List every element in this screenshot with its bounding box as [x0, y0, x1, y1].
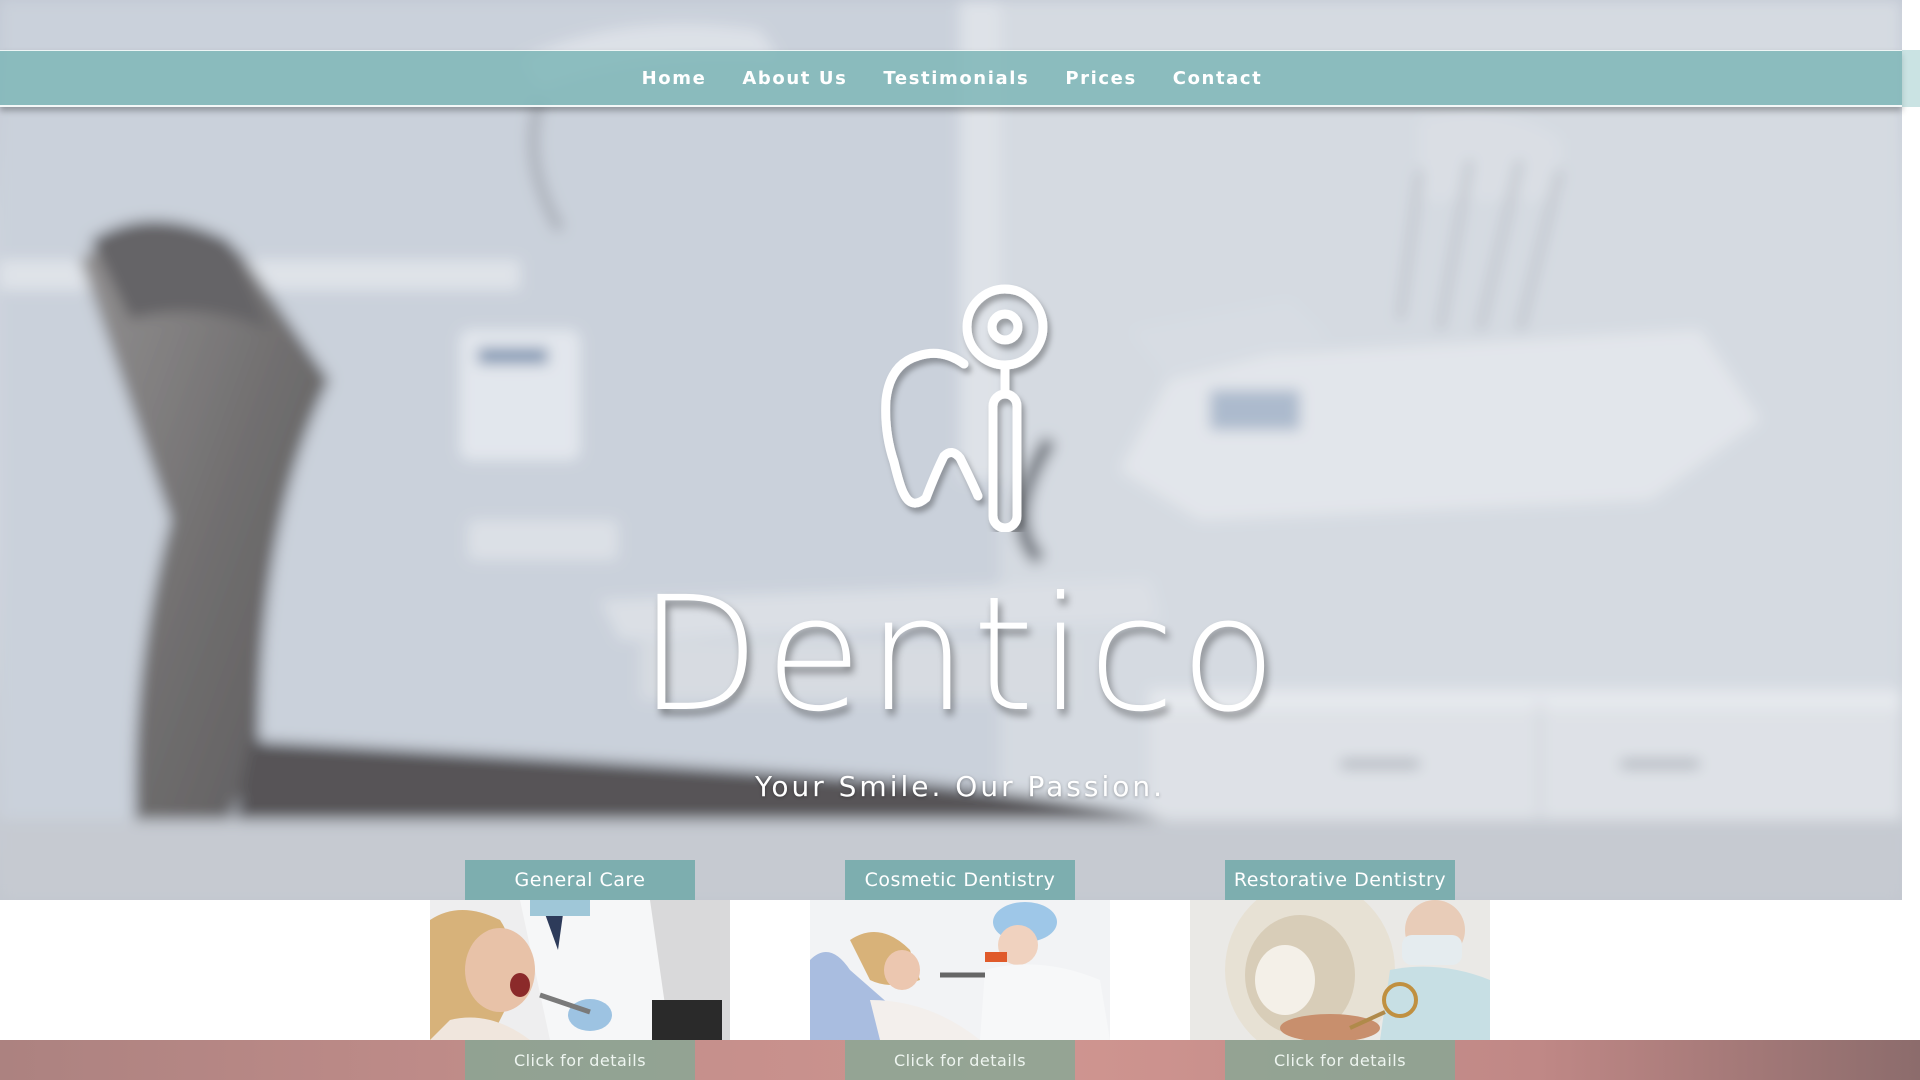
- nav-links: Home About Us Testimonials Prices Contac…: [642, 68, 1263, 89]
- service-label[interactable]: General Care: [465, 860, 695, 900]
- nav-item-prices[interactable]: Prices: [1065, 68, 1136, 89]
- nav-item-about-us[interactable]: About Us: [742, 68, 847, 89]
- nav-item-home[interactable]: Home: [642, 68, 707, 89]
- site-title: Dentico: [638, 563, 1282, 747]
- tooth-mirror-icon: [881, 284, 1048, 532]
- patient-in-chair-image[interactable]: [810, 900, 1110, 1040]
- tagline: Your Smile. Our Passion.: [754, 770, 1166, 803]
- nav-item-contact[interactable]: Contact: [1173, 68, 1263, 89]
- details-button[interactable]: Click for details: [1225, 1040, 1455, 1080]
- details-button[interactable]: Click for details: [465, 1040, 695, 1080]
- main-navigation: Home About Us Testimonials Prices Contac…: [0, 50, 1902, 107]
- service-card-cosmetic-dentistry[interactable]: Cosmetic Dentistry Click for details: [810, 860, 1110, 1080]
- details-button[interactable]: Click for details: [845, 1040, 1075, 1080]
- nav-item-testimonials[interactable]: Testimonials: [883, 68, 1029, 89]
- service-card-general-care[interactable]: General Care Click for details: [430, 860, 730, 1080]
- hero-section: Dentico Your Smile. Our Passion.: [0, 0, 1902, 900]
- nav-edge-decoration: [1902, 50, 1920, 107]
- service-label[interactable]: Cosmetic Dentistry: [845, 860, 1075, 900]
- service-card-restorative-dentistry[interactable]: Restorative Dentistry Click for details: [1190, 860, 1490, 1080]
- dentist-holding-mirror-image[interactable]: [1190, 900, 1490, 1040]
- service-label[interactable]: Restorative Dentistry: [1225, 860, 1455, 900]
- patient-open-mouth-image[interactable]: [430, 900, 730, 1040]
